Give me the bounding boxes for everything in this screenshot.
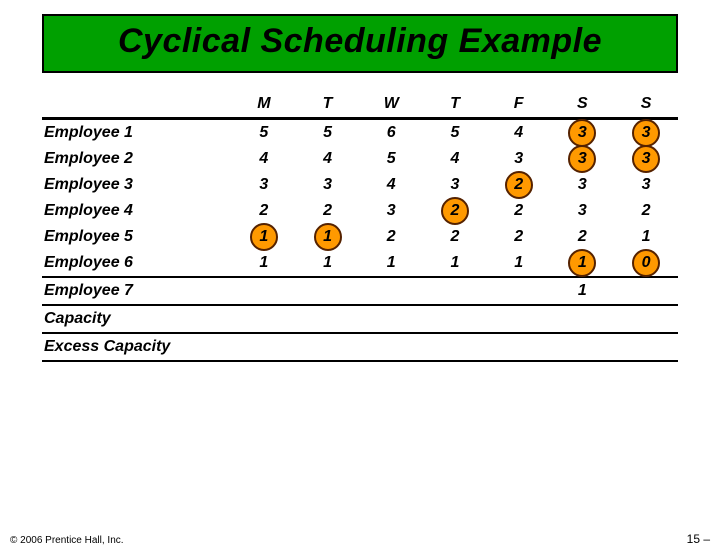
data-cell: 4 (359, 172, 423, 198)
data-cell: 3 (359, 198, 423, 224)
data-cell: 1 (296, 224, 360, 250)
data-cell: 3 (487, 146, 551, 172)
data-cell: 3 (423, 172, 487, 198)
col-header: T (423, 91, 487, 119)
data-cell: 3 (551, 198, 615, 224)
page-number: 15 – (687, 532, 710, 546)
table-row: Employee 61111110 (42, 250, 678, 277)
data-cell: 2 (487, 172, 551, 198)
data-cell (232, 277, 296, 305)
table-row: Excess Capacity (42, 333, 678, 361)
table-row: Employee 7 1 (42, 277, 678, 305)
data-cell: 4 (232, 146, 296, 172)
data-cell: 2 (359, 224, 423, 250)
data-cell: 2 (232, 198, 296, 224)
data-cell (487, 277, 551, 305)
col-header: M (232, 91, 296, 119)
table-row: Employee 15565433 (42, 119, 678, 147)
data-cell: 5 (423, 119, 487, 147)
excess-capacity-label: Excess Capacity (42, 333, 232, 361)
data-cell: 5 (359, 146, 423, 172)
row-label: Employee 5 (42, 224, 232, 250)
table-row: Employee 42232232 (42, 198, 678, 224)
row-label: Employee 7 (42, 277, 232, 305)
title-banner: Cyclical Scheduling Example (42, 14, 678, 73)
data-cell: 1 (423, 250, 487, 277)
data-cell: 2 (487, 198, 551, 224)
data-cell: 2 (487, 224, 551, 250)
data-cell: 3 (614, 146, 678, 172)
data-cell: 1 (232, 250, 296, 277)
row-label: Employee 1 (42, 119, 232, 147)
schedule-table: MTWTFSS Employee 15565433Employee 244543… (42, 91, 678, 362)
data-cell: 1 (551, 277, 615, 305)
data-cell: 3 (614, 172, 678, 198)
data-cell: 0 (614, 250, 678, 277)
data-cell: 4 (296, 146, 360, 172)
data-cell: 6 (359, 119, 423, 147)
data-cell: 3 (296, 172, 360, 198)
data-cell: 2 (296, 198, 360, 224)
data-cell: 4 (487, 119, 551, 147)
data-cell: 1 (614, 224, 678, 250)
data-cell: 1 (232, 224, 296, 250)
data-cell: 3 (551, 172, 615, 198)
row-label: Employee 6 (42, 250, 232, 277)
row-label: Employee 4 (42, 198, 232, 224)
data-cell: 3 (551, 146, 615, 172)
col-header: S (614, 91, 678, 119)
copyright-text: © 2006 Prentice Hall, Inc. (10, 535, 124, 546)
table-row: Capacity (42, 305, 678, 333)
schedule-table-container: MTWTFSS Employee 15565433Employee 244543… (42, 91, 678, 362)
col-header: S (551, 91, 615, 119)
data-cell: 1 (551, 250, 615, 277)
data-cell: 3 (551, 119, 615, 147)
row-label: Employee 2 (42, 146, 232, 172)
data-cell: 1 (296, 250, 360, 277)
data-cell: 2 (614, 198, 678, 224)
data-cell: 2 (423, 224, 487, 250)
capacity-label: Capacity (42, 305, 232, 333)
data-cell: 2 (423, 198, 487, 224)
data-cell (359, 277, 423, 305)
col-header: T (296, 91, 360, 119)
data-cell: 1 (487, 250, 551, 277)
data-cell (296, 277, 360, 305)
data-cell (423, 277, 487, 305)
data-cell: 2 (551, 224, 615, 250)
data-cell: 3 (232, 172, 296, 198)
table-row: Employee 33343233 (42, 172, 678, 198)
table-header-row: MTWTFSS (42, 91, 678, 119)
data-cell: 1 (359, 250, 423, 277)
data-cell: 5 (296, 119, 360, 147)
data-cell: 4 (423, 146, 487, 172)
col-header: W (359, 91, 423, 119)
row-label: Employee 3 (42, 172, 232, 198)
page-title: Cyclical Scheduling Example (48, 22, 672, 61)
data-cell: 3 (614, 119, 678, 147)
col-header: F (487, 91, 551, 119)
data-cell (614, 277, 678, 305)
table-row: Employee 51122221 (42, 224, 678, 250)
data-cell: 5 (232, 119, 296, 147)
table-row: Employee 24454333 (42, 146, 678, 172)
